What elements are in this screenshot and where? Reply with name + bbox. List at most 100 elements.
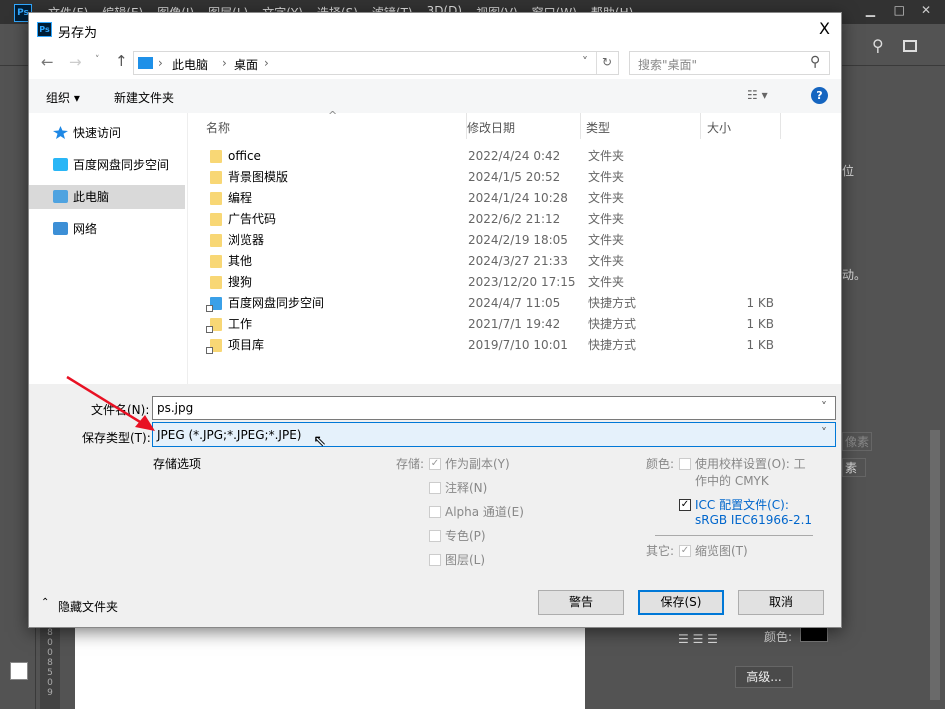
icc-profile-value: sRGB IEC61966-2.1 <box>695 513 813 527</box>
file-row[interactable]: 广告代码 2022/6/2 21:12 文件夹 <box>188 209 842 230</box>
breadcrumb-separator: › <box>264 56 269 70</box>
dialog-title: 另存为 <box>58 26 98 41</box>
search-icon[interactable]: ⚲ <box>810 54 820 70</box>
panel-text: 位 <box>842 164 855 178</box>
save-option-checkbox[interactable] <box>429 506 441 518</box>
panel-button[interactable]: 像素 <box>842 432 873 451</box>
command-bar: 组织 ▾ 新建文件夹 ☷ ▾ ? <box>29 79 841 113</box>
align-buttons[interactable]: ☰ ☰ ☰ <box>678 632 718 646</box>
shortcut-arrow-icon <box>206 305 213 312</box>
star-icon <box>53 126 68 139</box>
foreground-color-swatch[interactable] <box>10 662 28 680</box>
save-option-checkbox[interactable] <box>429 482 441 494</box>
color-label: 颜色: <box>764 630 793 644</box>
nav-item[interactable]: 网络 <box>29 217 185 241</box>
column-header-type[interactable]: 类型 <box>586 119 610 136</box>
chevron-up-icon[interactable]: ⌃ <box>41 597 49 608</box>
color-label: 颜色: <box>646 457 675 471</box>
warning-button[interactable]: 警告 <box>538 590 624 615</box>
column-header-name[interactable]: 名称 <box>206 119 230 136</box>
file-row[interactable]: office 2022/4/24 0:42 文件夹 <box>188 146 842 167</box>
chevron-down-icon[interactable]: ˅ <box>821 426 827 440</box>
file-date: 2024/4/7 11:05 <box>468 296 561 310</box>
proof-setup-checkbox[interactable] <box>679 458 691 470</box>
save-option-checkbox[interactable] <box>429 554 441 566</box>
breadcrumb-item[interactable]: 此电脑 <box>172 56 208 73</box>
ruler-label: 0 <box>47 638 53 648</box>
refresh-icon[interactable]: ↻ <box>602 55 612 69</box>
proof-setup-label-2: 作中的 CMYK <box>695 474 769 488</box>
navigation-pane: 快速访问百度网盘同步空间此电脑网络 <box>29 113 187 384</box>
properties-panel: ☰ ☰ ☰ 颜色: 高级... <box>618 626 945 709</box>
breadcrumb-separator: › <box>222 56 227 70</box>
file-date: 2023/12/20 17:15 <box>468 275 576 289</box>
file-row[interactable]: 项目库 2019/7/10 10:01 快捷方式 1 KB <box>188 335 842 356</box>
column-header-size[interactable]: 大小 <box>707 119 731 136</box>
close-button[interactable]: X <box>819 19 830 38</box>
save-option-checkbox[interactable]: ✓ <box>429 458 441 470</box>
panel-button[interactable]: 素 <box>842 458 867 477</box>
advanced-button[interactable]: 高级... <box>735 666 793 688</box>
organize-button[interactable]: 组织 ▾ <box>46 89 80 106</box>
file-row[interactable]: 浏览器 2024/2/19 18:05 文件夹 <box>188 230 842 251</box>
file-type: 文件夹 <box>588 212 625 226</box>
filetype-select[interactable]: JPEG (*.JPG;*.JPEG;*.JPE) ˅ <box>152 422 836 447</box>
folder-icon <box>210 276 222 289</box>
file-name: 搜狗 <box>228 275 253 289</box>
icc-profile-checkbox[interactable]: ✓ <box>679 499 691 511</box>
save-option-checkbox[interactable] <box>429 530 441 542</box>
nav-item[interactable]: 百度网盘同步空间 <box>29 153 185 177</box>
file-row[interactable]: 编程 2024/1/24 10:28 文件夹 <box>188 188 842 209</box>
breadcrumb-item[interactable]: 桌面 <box>234 56 258 73</box>
maximize-icon[interactable]: □ <box>894 3 905 17</box>
filename-input[interactable]: ps.jpg ˅ <box>152 396 836 420</box>
file-date: 2024/3/27 21:33 <box>468 254 568 268</box>
file-row[interactable]: 背景图模版 2024/1/5 20:52 文件夹 <box>188 167 842 188</box>
chevron-down-icon[interactable]: ˅ <box>582 55 588 69</box>
search-input[interactable]: 搜索"桌面" ⚲ <box>629 51 830 75</box>
panel-scrollbar[interactable] <box>930 430 940 700</box>
thumbnail-checkbox[interactable]: ✓ <box>679 545 691 557</box>
panel-text: 动。 <box>842 268 867 282</box>
file-row[interactable]: 工作 2021/7/1 19:42 快捷方式 1 KB <box>188 314 842 335</box>
workspace-icon[interactable] <box>903 40 917 52</box>
file-date: 2022/4/24 0:42 <box>468 149 561 163</box>
close-icon[interactable]: ✕ <box>921 3 931 17</box>
cancel-button[interactable]: 取消 <box>738 590 824 615</box>
hide-folders-button[interactable]: 隐藏文件夹 <box>58 598 118 615</box>
forward-icon[interactable]: → <box>69 53 82 71</box>
up-icon[interactable]: ↑ <box>115 52 128 70</box>
baidu-netdisk-icon <box>53 158 68 171</box>
save-option-label: 专色(P) <box>445 529 486 543</box>
column-header-date[interactable]: 修改日期 <box>467 119 515 136</box>
save-button[interactable]: 保存(S) <box>638 590 724 615</box>
photoshop-icon: Ps <box>37 22 52 37</box>
chevron-down-icon[interactable]: ˅ <box>821 400 827 414</box>
file-name: 背景图模版 <box>228 170 289 184</box>
file-row[interactable]: 百度网盘同步空间 2024/4/7 11:05 快捷方式 1 KB <box>188 293 842 314</box>
file-row[interactable]: 搜狗 2023/12/20 17:15 文件夹 <box>188 272 842 293</box>
view-options-icon[interactable]: ☷ ▾ <box>747 88 768 102</box>
file-date: 2022/6/2 21:12 <box>468 212 561 226</box>
help-icon[interactable]: ? <box>811 87 828 104</box>
nav-item[interactable]: 此电脑 <box>29 185 185 209</box>
icc-profile-label: ICC 配置文件(C): <box>695 498 789 512</box>
ruler-label: 0 <box>47 648 53 658</box>
file-date: 2024/1/24 10:28 <box>468 191 568 205</box>
address-bar[interactable]: › 此电脑 › 桌面 › ˅ ↻ <box>133 51 619 75</box>
file-name: 工作 <box>228 317 253 331</box>
nav-item[interactable]: 快速访问 <box>29 121 185 145</box>
new-folder-button[interactable]: 新建文件夹 <box>114 89 174 106</box>
color-swatch[interactable] <box>800 626 828 642</box>
nav-item-label: 百度网盘同步空间 <box>73 158 170 172</box>
minimize-icon[interactable]: ▁ <box>866 3 875 17</box>
recent-dropdown-icon[interactable]: ˅ <box>95 55 100 65</box>
folder-icon <box>210 150 222 163</box>
file-row[interactable]: 其他 2024/3/27 21:33 文件夹 <box>188 251 842 272</box>
file-type: 快捷方式 <box>588 338 637 352</box>
back-icon[interactable]: ← <box>41 53 54 71</box>
mouse-cursor: ⇖ <box>313 431 327 450</box>
search-icon[interactable]: ⚲ <box>872 36 884 55</box>
document-canvas[interactable] <box>75 628 585 709</box>
file-type: 文件夹 <box>588 170 625 184</box>
